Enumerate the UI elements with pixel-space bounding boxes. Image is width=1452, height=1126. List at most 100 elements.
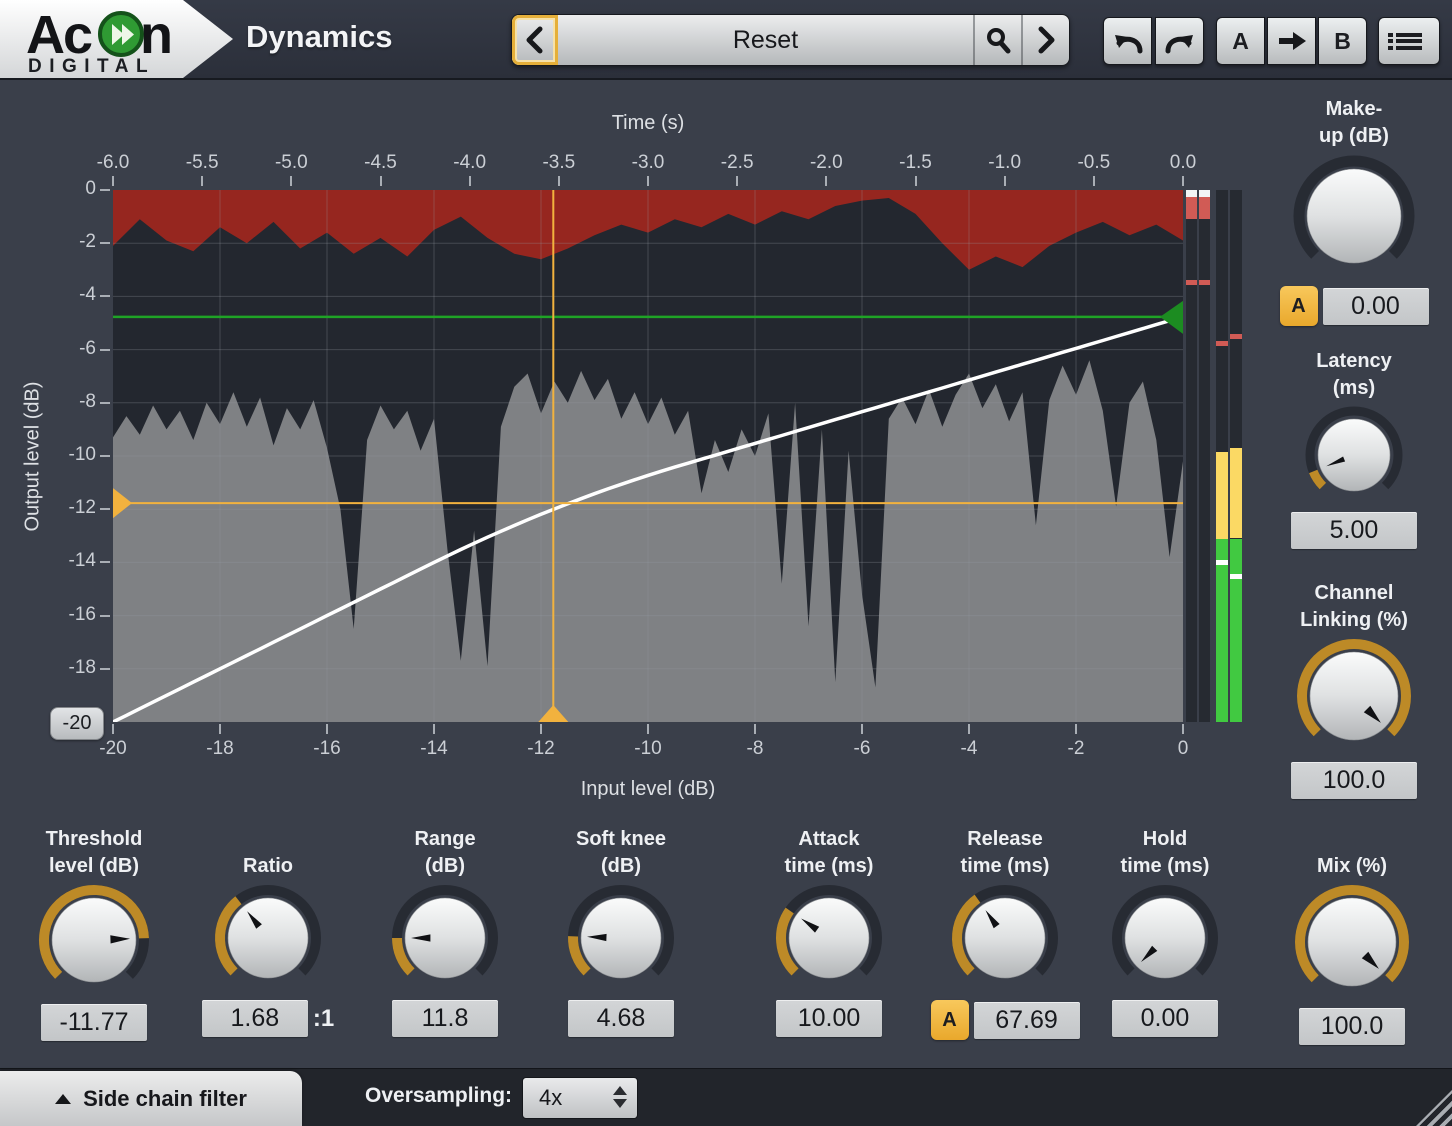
knob-label: Thresholdlevel (dB) [46, 820, 143, 880]
mix-knob[interactable] [1290, 880, 1414, 1004]
tick-mark [100, 615, 110, 617]
time-tick-label: -5.0 [275, 152, 308, 174]
soft-knee-value[interactable]: 4.68 [568, 1000, 674, 1037]
undo-redo-group [1103, 17, 1204, 65]
threshold-value[interactable]: -11.77 [41, 1004, 147, 1041]
knob-ball [1308, 898, 1396, 986]
gain-reduction-left-meter [1186, 190, 1197, 722]
oversampling-select[interactable]: 4x [522, 1077, 638, 1119]
hold-value[interactable]: 0.00 [1112, 1000, 1218, 1037]
tick-mark [112, 724, 114, 734]
side-chain-filter-button[interactable]: Side chain filter [0, 1071, 302, 1126]
preset-bar: Reset [511, 14, 1070, 66]
preset-a-button[interactable]: A [1216, 17, 1265, 65]
makeup-value[interactable]: 0.00 [1323, 288, 1429, 325]
channel-linking-group: ChannelLinking (%) 100.0 [1263, 574, 1445, 799]
preset-b-button[interactable]: B [1318, 17, 1367, 65]
range-knob[interactable] [387, 880, 503, 996]
undo-icon [1111, 26, 1145, 56]
menu-button[interactable] [1378, 17, 1440, 65]
time-tick-label: -6.0 [97, 152, 130, 174]
input-tick-label: -12 [527, 738, 554, 760]
meter-peak-mark [1199, 280, 1210, 285]
tick-mark [469, 176, 471, 186]
release-knob[interactable] [947, 880, 1063, 996]
release-value[interactable]: 67.69 [974, 1002, 1080, 1039]
undo-button[interactable] [1103, 17, 1152, 65]
latency-value[interactable]: 5.00 [1291, 512, 1417, 549]
ratio-value[interactable]: 1.68 [202, 1000, 308, 1037]
spinner-icon [613, 1086, 627, 1108]
knob-ball [789, 898, 869, 978]
makeup-knob[interactable] [1288, 150, 1420, 282]
knob-ball [1318, 419, 1390, 491]
meter-segment [1230, 448, 1242, 538]
axis-corner-badge[interactable]: -20 [50, 707, 104, 740]
preset-next-button[interactable] [1023, 15, 1069, 65]
tick-mark [861, 724, 863, 734]
input-tick-label: -8 [747, 738, 764, 760]
tick-mark [100, 402, 110, 404]
arrow-right-icon [1277, 30, 1307, 52]
preset-search-button[interactable] [975, 15, 1021, 65]
tick-mark [219, 724, 221, 734]
preset-prev-button[interactable] [512, 15, 558, 65]
release-auto-button[interactable]: A [931, 1000, 969, 1040]
chevron-right-icon [1035, 26, 1057, 54]
tick-mark [825, 176, 827, 186]
tick-mark [1182, 176, 1184, 186]
collapse-arrow-icon [55, 1094, 71, 1104]
attack-knob[interactable] [771, 880, 887, 996]
meter-segment [1230, 539, 1242, 723]
output-tick-label: -6 [36, 338, 96, 360]
input-tick-label: -18 [206, 738, 233, 760]
range-value[interactable]: 11.8 [392, 1000, 498, 1037]
tick-mark [754, 724, 756, 734]
attack-value[interactable]: 10.00 [776, 1000, 882, 1037]
hold-knob[interactable] [1107, 880, 1223, 996]
channel-linking-knob[interactable] [1292, 634, 1416, 758]
ratio-knob[interactable] [210, 880, 326, 996]
meter-segment [1216, 539, 1228, 723]
knob-label: Ratio [243, 820, 293, 880]
tick-mark [647, 724, 649, 734]
search-icon [984, 26, 1012, 54]
channel-linking-value[interactable]: 100.0 [1291, 762, 1417, 799]
ab-compare-group: A B [1216, 17, 1367, 65]
output-tick-label: -18 [36, 657, 96, 679]
meter-peak-mark [1186, 280, 1197, 285]
tick-mark [1093, 176, 1095, 186]
page-title: Dynamics [246, 19, 392, 55]
knob-label: Releasetime (ms) [961, 820, 1050, 880]
knob-ball [228, 898, 308, 978]
time-tick-label: -1.0 [988, 152, 1021, 174]
soft-knee-knob[interactable] [563, 880, 679, 996]
input-tick-label: 0 [1178, 738, 1189, 760]
time-tick-label: 0.0 [1170, 152, 1196, 174]
latency-knob[interactable] [1301, 402, 1407, 508]
threshold-knob[interactable] [34, 880, 154, 1000]
input-tick-label: -6 [854, 738, 871, 760]
tick-mark [915, 176, 917, 186]
knob-ball [1307, 169, 1401, 263]
makeup-auto-button[interactable]: A [1280, 286, 1318, 326]
preset-name[interactable]: Reset [558, 15, 973, 65]
knob-label: Make-up (dB) [1319, 90, 1389, 150]
mix-group: Mix (%) 100.0 [1266, 820, 1438, 1045]
copy-a-to-b-button[interactable] [1267, 17, 1316, 65]
mix-value[interactable]: 100.0 [1299, 1008, 1405, 1045]
input-tick-label: -4 [961, 738, 978, 760]
tick-mark [1182, 724, 1184, 734]
plugin-window: Ac n DIGITAL Dynamics Reset [0, 0, 1452, 1126]
tick-mark [647, 176, 649, 186]
input-tick-label: -10 [634, 738, 661, 760]
time-tick-label: -3.0 [632, 152, 665, 174]
dynamics-graph[interactable] [113, 190, 1183, 722]
gain-reduction-right-meter [1199, 190, 1210, 722]
redo-button[interactable] [1155, 17, 1204, 65]
output-tick-label: -12 [36, 497, 96, 519]
time-tick-label: -0.5 [1077, 152, 1110, 174]
output-tick-label: -14 [36, 550, 96, 572]
meter-peak-mark [1230, 334, 1242, 339]
time-tick-label: -5.5 [186, 152, 219, 174]
